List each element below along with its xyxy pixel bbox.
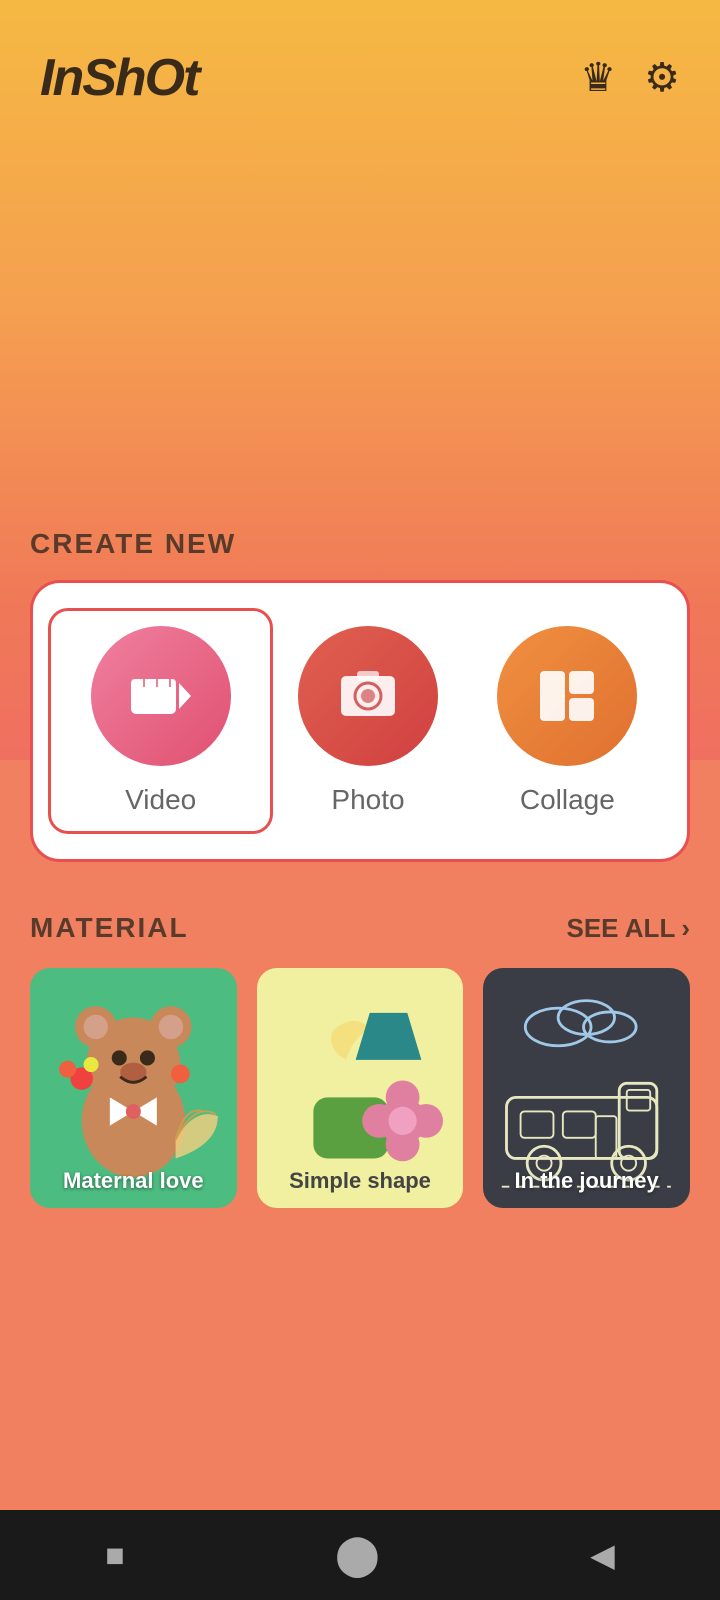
create-collage-item[interactable]: Collage [468,626,667,816]
nav-home-icon[interactable]: ⬤ [335,1532,380,1578]
material-header: MATERIAL SEE ALL › [30,912,690,944]
nav-square-icon[interactable]: ■ [105,1537,124,1574]
video-icon [126,661,196,731]
create-photo-item[interactable]: Photo [268,626,467,816]
crown-icon[interactable]: ♛ [580,55,616,101]
create-video-item[interactable]: Video [48,608,273,834]
collage-circle [497,626,637,766]
photo-label: Photo [331,784,404,816]
video-label: Video [125,784,196,816]
material-card-in-the-journey[interactable]: In the journey [483,968,690,1208]
collage-label: Collage [520,784,615,816]
see-all-chevron: › [681,913,690,944]
material-card-simple-shape[interactable]: Simple shape [257,968,464,1208]
photo-icon [333,661,403,731]
video-circle [91,626,231,766]
settings-icon[interactable]: ⚙ [644,55,680,101]
app-wrapper: InShOt ♛ ⚙ CREATE NEW [0,0,720,1600]
app-logo: InShOt [40,48,198,108]
maternal-love-label: Maternal love [30,1168,237,1194]
create-new-label: CREATE NEW [30,528,690,560]
material-label: MATERIAL [30,912,189,944]
material-card-maternal-love[interactable]: Maternal love [30,968,237,1208]
simple-shape-label: Simple shape [257,1168,464,1194]
bottom-nav: ■ ⬤ ◀ [0,1510,720,1600]
header-icons: ♛ ⚙ [580,55,680,101]
collage-icon [532,661,602,731]
header: InShOt ♛ ⚙ [0,0,720,128]
main-content: CREATE NEW Video [0,528,720,1600]
see-all-button[interactable]: SEE ALL › [567,913,691,944]
see-all-text: SEE ALL [567,913,676,944]
create-new-card: Video Photo [30,580,690,862]
journey-label: In the journey [483,1168,690,1194]
photo-circle [298,626,438,766]
nav-back-icon[interactable]: ◀ [590,1536,615,1574]
material-grid: Maternal love [30,968,690,1208]
